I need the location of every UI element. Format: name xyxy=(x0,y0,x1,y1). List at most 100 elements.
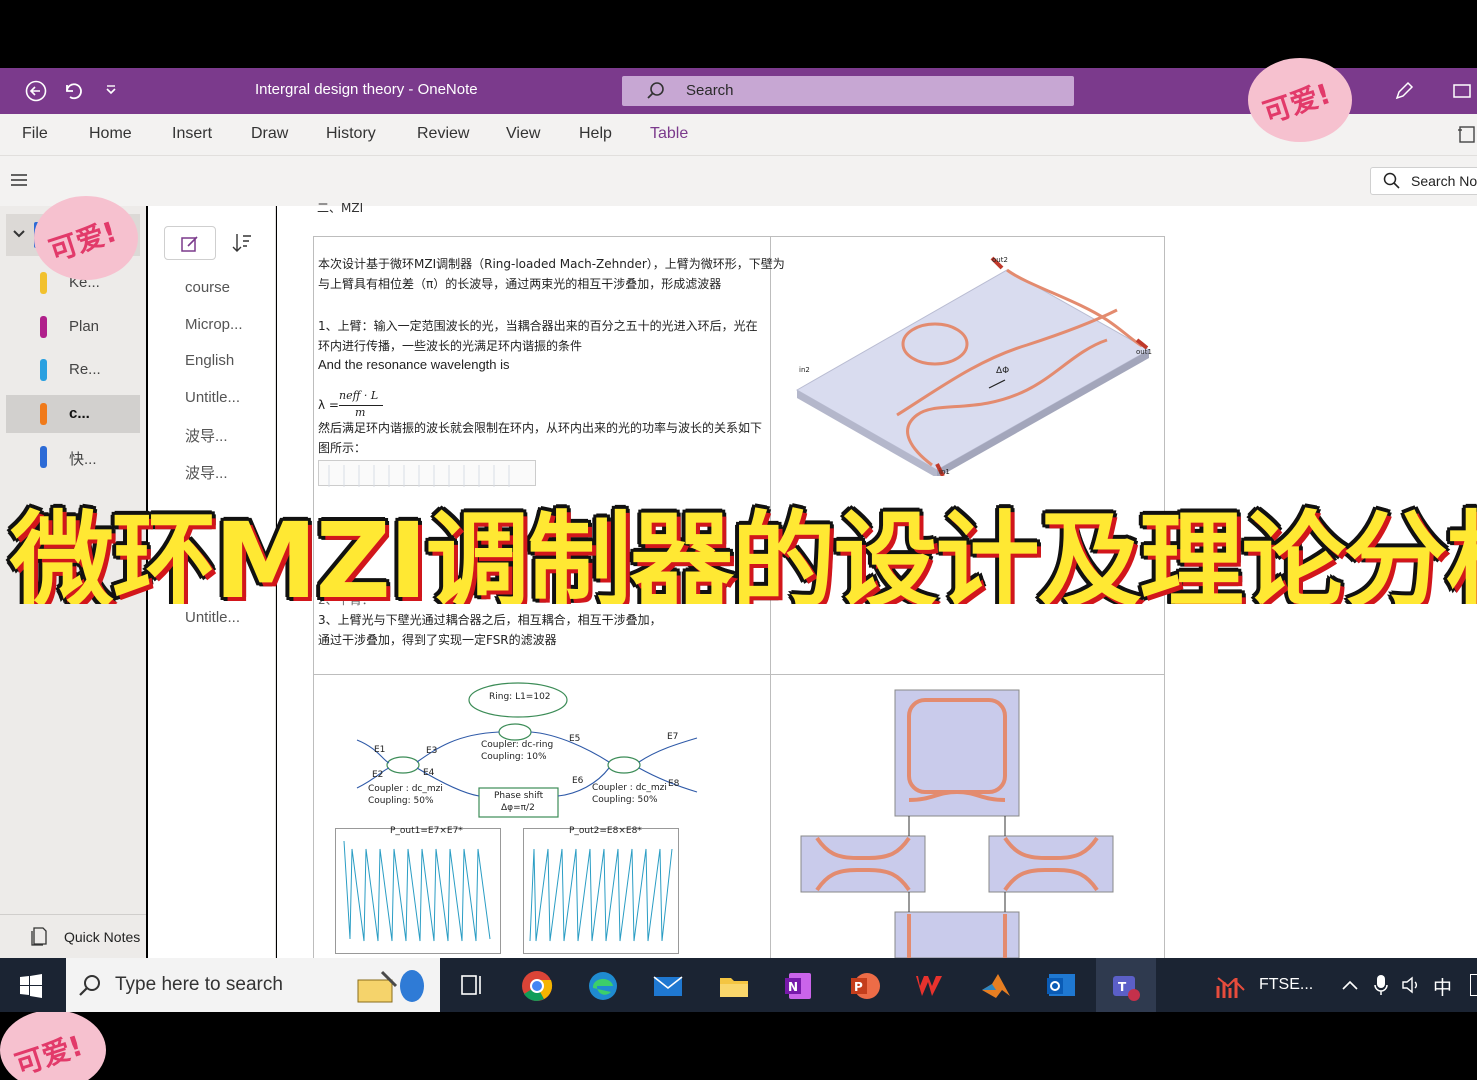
section-item[interactable]: Re... xyxy=(6,351,140,389)
windows-start-icon[interactable] xyxy=(19,974,43,1002)
page-item[interactable]: English xyxy=(185,352,234,369)
fullscreen-icon[interactable] xyxy=(1451,80,1473,102)
note-text[interactable]: 环内进行传播，一些波长的光满足环内谐振的条件 xyxy=(318,336,582,356)
page-item[interactable]: Microp... xyxy=(185,316,243,333)
note-text[interactable]: 本次设计基于微环MZI调制器（Ring-loaded Mach-Zehnder）… xyxy=(318,254,785,274)
sticker-text: 可爱! xyxy=(45,215,121,268)
onenote-icon[interactable]: N xyxy=(783,970,815,1002)
sticker-decoration: 可爱! xyxy=(34,196,138,280)
field-label: E7 xyxy=(667,732,679,742)
page-item[interactable]: Untitle... xyxy=(185,609,240,626)
tab-table[interactable]: Table xyxy=(650,125,688,143)
formula-lhs: λ = xyxy=(318,398,339,412)
video-caption-overlay: 微环MZI调制器的设计及理论分析（含MA xyxy=(0,474,1477,604)
hamburger-menu-icon[interactable] xyxy=(10,172,28,192)
teams-taskbar-slot[interactable]: T xyxy=(1096,958,1156,1012)
field-label: E2 xyxy=(372,770,384,780)
coupling-label: Coupling: 10% xyxy=(481,752,547,762)
note-text[interactable]: And the resonance wavelength is xyxy=(318,355,510,375)
tab-draw[interactable]: Draw xyxy=(251,125,288,143)
taskbar-search-placeholder: Type here to search xyxy=(115,974,283,995)
svg-text:N: N xyxy=(788,980,798,994)
tab-review[interactable]: Review xyxy=(417,125,469,143)
plot-pout2 xyxy=(523,828,679,954)
plot-pout1 xyxy=(335,828,501,954)
wps-icon[interactable] xyxy=(914,970,946,1002)
sticker-decoration: 可爱! xyxy=(0,1010,106,1080)
search-icon xyxy=(646,81,666,105)
page-item[interactable]: course xyxy=(185,279,230,296)
search-icon xyxy=(1383,172,1401,194)
microphone-icon[interactable] xyxy=(1373,974,1389,1000)
undo-icon[interactable] xyxy=(62,80,84,102)
notification-icon[interactable] xyxy=(1470,974,1477,996)
note-text[interactable]: 3、上臂光与下壁光通过耦合器之后，相互耦合，相互干涉叠加， xyxy=(318,610,662,630)
sort-icon[interactable] xyxy=(232,232,252,258)
tab-help[interactable]: Help xyxy=(579,125,612,143)
page-item[interactable]: 波导... xyxy=(185,425,228,446)
section-item[interactable]: 快... xyxy=(6,438,140,476)
tab-view[interactable]: View xyxy=(506,125,540,143)
document-title: Intergral design theory - OneNote xyxy=(255,81,478,98)
quick-access-dropdown-icon[interactable] xyxy=(100,80,122,102)
field-label: E4 xyxy=(423,768,435,778)
mzi-schematic: Ring: L1=102 Coupler: dc-ring Coupling: … xyxy=(317,678,767,823)
field-label: E8 xyxy=(668,779,680,789)
note-text[interactable]: 图所示： xyxy=(318,438,366,458)
chevron-down-icon[interactable] xyxy=(12,226,26,245)
pen-icon[interactable] xyxy=(1393,80,1415,102)
coupler-label: Coupler : dc_mzi xyxy=(592,783,667,793)
device-3d-image: out2 out1 in2 in1 ΔΦ xyxy=(777,240,1161,478)
page-item[interactable]: Untitle... xyxy=(185,389,240,406)
ring-label: Ring: L1=102 xyxy=(489,692,551,702)
note-text[interactable]: 然后满足环内谐振的波长就会限制在环内，从环内出来的光的功率与波长的关系如下 xyxy=(318,418,762,438)
file-explorer-icon[interactable] xyxy=(718,970,750,1002)
teams-icon[interactable]: T xyxy=(1109,970,1141,1002)
edge-icon[interactable] xyxy=(587,970,619,1002)
tab-home[interactable]: Home xyxy=(89,125,132,143)
notebook-icon[interactable] xyxy=(1456,124,1476,148)
note-text[interactable]: 与上臂具有相位差（π）的长波导，通过两束光的相互干涉叠加，形成滤波器 xyxy=(318,274,721,294)
stock-chart-icon[interactable] xyxy=(1216,972,1246,1004)
ime-indicator[interactable]: 中 xyxy=(1433,973,1452,1000)
new-page-icon xyxy=(180,234,200,258)
task-view-icon[interactable] xyxy=(458,972,484,1002)
search-box[interactable]: Search xyxy=(622,76,1074,106)
tab-history[interactable]: History xyxy=(326,125,376,143)
search-notes-box[interactable]: Search Not xyxy=(1370,167,1477,195)
search-icon xyxy=(78,973,102,1001)
field-label: E3 xyxy=(426,746,438,756)
section-item[interactable]: Plan xyxy=(6,308,140,346)
svg-text:P: P xyxy=(854,980,863,994)
volume-icon[interactable] xyxy=(1401,975,1423,999)
field-label: E6 xyxy=(572,776,584,786)
search-notes-placeholder: Search Not xyxy=(1411,173,1477,189)
quick-notes-button[interactable]: Quick Notes xyxy=(28,918,146,954)
chevron-up-icon[interactable] xyxy=(1341,977,1359,996)
note-text[interactable]: 1、上臂：输入一定范围波长的光，当耦合器出来的百分之五十的光进入环后，光在 xyxy=(318,316,758,336)
outlook-new-icon[interactable] xyxy=(1045,970,1077,1002)
stock-ticker-label[interactable]: FTSE... xyxy=(1259,976,1313,994)
layout-image xyxy=(797,688,1137,959)
matlab-icon[interactable] xyxy=(980,970,1012,1002)
phase-label: ΔΦ xyxy=(996,366,1010,376)
tab-file[interactable]: File xyxy=(22,125,48,143)
powerpoint-icon[interactable]: P xyxy=(849,970,881,1002)
section-item-selected[interactable]: c... xyxy=(6,395,140,433)
add-page-button[interactable] xyxy=(164,226,216,260)
field-label: E5 xyxy=(569,734,581,744)
taskbar-search-box[interactable]: Type here to search xyxy=(66,958,440,1012)
field-label: E1 xyxy=(374,745,386,755)
chrome-icon[interactable] xyxy=(521,970,553,1002)
port-label: out1 xyxy=(1136,348,1152,356)
coupling-label: Coupling: 50% xyxy=(592,795,658,805)
back-icon[interactable] xyxy=(25,80,47,102)
search-highlight-icon xyxy=(352,966,432,1006)
phase-shift-label: Phase shift xyxy=(494,791,544,801)
note-text[interactable]: 通过干涉叠加，得到了实现一定FSR的滤波器 xyxy=(318,630,557,650)
tab-insert[interactable]: Insert xyxy=(172,125,212,143)
page-icon xyxy=(30,926,48,950)
screen: { "window": { "doc_title": "Intergral de… xyxy=(0,0,1477,1080)
mail-icon[interactable] xyxy=(652,970,684,1002)
plot-title: P_out2=E8×E8* xyxy=(569,826,642,836)
